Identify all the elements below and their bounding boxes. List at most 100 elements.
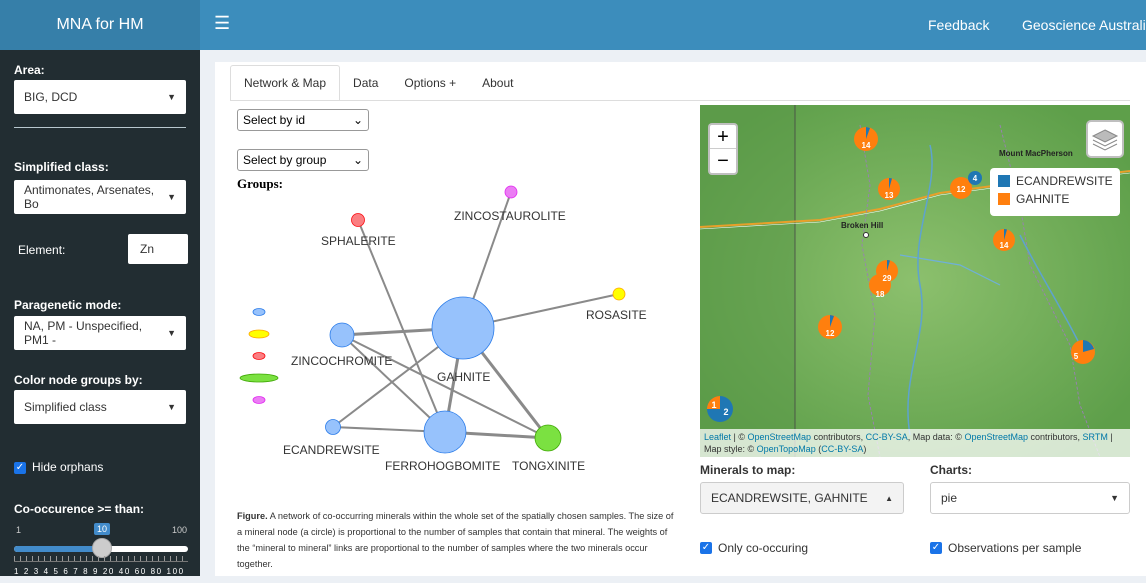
cooccurrence-label: Co-occurence >= than: [14,502,145,516]
cc-by-sa-link[interactable]: CC-BY-SA [866,432,908,442]
sidebar-divider [14,127,186,128]
legend-item: ECANDREWSITE [990,172,1120,190]
tab-about[interactable]: About [469,65,526,101]
tab-options[interactable]: Options + [391,65,469,101]
pie-count: 4 [973,174,978,183]
label-tongxinite: TONGXINITE [512,459,585,473]
pie-marker[interactable]: 14 [854,127,878,151]
network-graph[interactable]: ZINCOSTAUROLITE SPHALERITE ROSASITE ZINC… [230,185,690,490]
pie-count: 14 [1000,241,1009,250]
srtm-link[interactable]: SRTM [1083,432,1108,442]
sidebar: Area: BIG, DCD ▼ Simplified class: Antimo… [0,50,200,576]
label-rosasite: ROSASITE [586,308,647,322]
select-by-group[interactable]: Select by group ⌄ [237,149,369,171]
label-sphalerite: SPHALERITE [321,234,396,248]
label-ferrohogbomite: FERROHOGBOMITE [385,459,500,473]
select-by-id[interactable]: Select by id ⌄ [237,109,369,131]
charts-select[interactable]: pie ▼ [930,482,1130,514]
element-input[interactable]: Zn [128,234,188,264]
attribution-text: , Map data: © [907,432,965,442]
caret-down-icon: ▼ [167,92,176,102]
group-swatch-2 [248,329,270,339]
pie-count: 14 [862,141,871,150]
top-navbar: ☰ Feedback Geoscience Australia [200,0,1146,50]
observations-per-sample-checkbox[interactable]: ✓ Observations per sample [930,541,1081,555]
layers-button[interactable] [1086,120,1124,158]
chevron-down-icon: ⌄ [352,153,363,167]
legend-swatch [998,175,1010,187]
element-label: Element: [18,243,66,257]
color-by-select[interactable]: Simplified class ▼ [14,390,186,424]
hide-orphans-checkbox[interactable]: ✓ Hide orphans [14,460,103,474]
caret-up-icon: ▲ [885,493,893,503]
pie-marker[interactable]: 5 [1071,340,1095,364]
checkmark-icon: ✓ [14,461,26,474]
paragenetic-mode-label: Paragenetic mode: [14,298,122,312]
label-zincostaurolite: ZINCOSTAUROLITE [454,209,566,223]
node-ferrohogbomite[interactable] [423,410,467,454]
paragenetic-mode-select[interactable]: NA, PM - Unspecified, PM1 - ▼ [14,316,186,350]
osm-link[interactable]: OpenStreetMap [964,432,1028,442]
pie-count: 5 [1074,352,1079,361]
charts-value: pie [941,491,958,505]
minerals-to-map-select[interactable]: ECANDREWSITE, GAHNITE ▲ [700,482,904,514]
geoscience-australia-link[interactable]: Geoscience Australia [1022,17,1146,33]
node-gahnite[interactable] [431,296,495,360]
pie-marker[interactable]: 14 [993,229,1015,251]
pie-count: 13 [885,191,894,200]
app-title[interactable]: MNA for HM [0,0,200,50]
area-value: BIG, DCD [24,90,78,104]
slider-min: 1 [16,525,22,535]
pie-marker[interactable]: 12 [818,315,842,339]
area-label: Area: [14,63,45,77]
caret-down-icon: ▼ [1110,493,1119,503]
leaflet-link[interactable]: Leaflet [704,432,731,442]
slider-handle[interactable] [92,538,112,558]
paragenetic-mode-value: NA, PM - Unspecified, PM1 - [24,319,143,347]
cooccurrence-slider[interactable]: 1 100 10 1 2 3 4 5 6 7 8 9 20 40 60 80 1… [14,523,188,583]
node-zincostaurolite[interactable] [504,185,518,199]
node-rosasite[interactable] [612,287,626,301]
pie-marker-cluster[interactable]: 1 2 [707,396,733,422]
node-sphalerite[interactable] [351,213,365,227]
tab-data[interactable]: Data [340,65,391,101]
pie-count: 18 [876,290,885,299]
zoom-out-button[interactable]: − [710,149,736,173]
minerals-to-map-value: ECANDREWSITE, GAHNITE [711,491,868,505]
attribution-text: contributors, [811,432,866,442]
zoom-in-button[interactable]: + [710,125,736,149]
hamburger-icon[interactable]: ☰ [214,13,230,34]
only-cooccurring-checkbox[interactable]: ✓ Only co-occuring [700,541,808,555]
node-ecandrewsite[interactable] [325,419,341,435]
checkmark-icon: ✓ [930,542,942,554]
legend-label: ECANDREWSITE [1016,174,1113,188]
color-by-value: Simplified class [24,400,107,414]
simplified-class-label: Simplified class: [14,160,109,174]
map-attribution: Leaflet | © OpenStreetMap contributors, … [700,429,1130,457]
legend-label: GAHNITE [1016,192,1070,206]
opentopomap-link[interactable]: OpenTopoMap [757,444,816,454]
zoom-control: + − [708,123,738,175]
slider-ticks [14,556,188,562]
osm-link[interactable]: OpenStreetMap [748,432,812,442]
figure-caption-text: A network of co-occurring minerals withi… [237,511,674,569]
pie-count: 12 [826,329,835,338]
layers-icon [1091,129,1119,151]
area-select[interactable]: BIG, DCD ▼ [14,80,186,114]
attribution-text: | © [731,432,748,442]
pie-marker[interactable]: 13 [878,178,900,200]
map-pie-charts: 14 13 12 4 14 18 29 12 5 1 2 [707,127,1095,422]
simplified-class-select[interactable]: Antimonates, Arsenates, Bo ▼ [14,180,186,214]
feedback-link[interactable]: Feedback [928,17,989,33]
figure-caption-title: Figure. [237,511,268,521]
pie-marker[interactable]: 4 [968,171,982,185]
node-zincochromite[interactable] [329,322,355,348]
select-by-group-label: Select by group [243,153,327,167]
charts-label: Charts: [930,463,973,477]
leaflet-map[interactable]: Mount MacPherson Broken Hill 14 13 12 4 [700,105,1130,457]
map-legend: ECANDREWSITE GAHNITE [990,168,1120,216]
cc-by-sa-link[interactable]: CC-BY-SA [821,444,863,454]
tab-network-map[interactable]: Network & Map [230,65,341,101]
attribution-text: ) [863,444,867,454]
node-tongxinite[interactable] [534,424,562,452]
